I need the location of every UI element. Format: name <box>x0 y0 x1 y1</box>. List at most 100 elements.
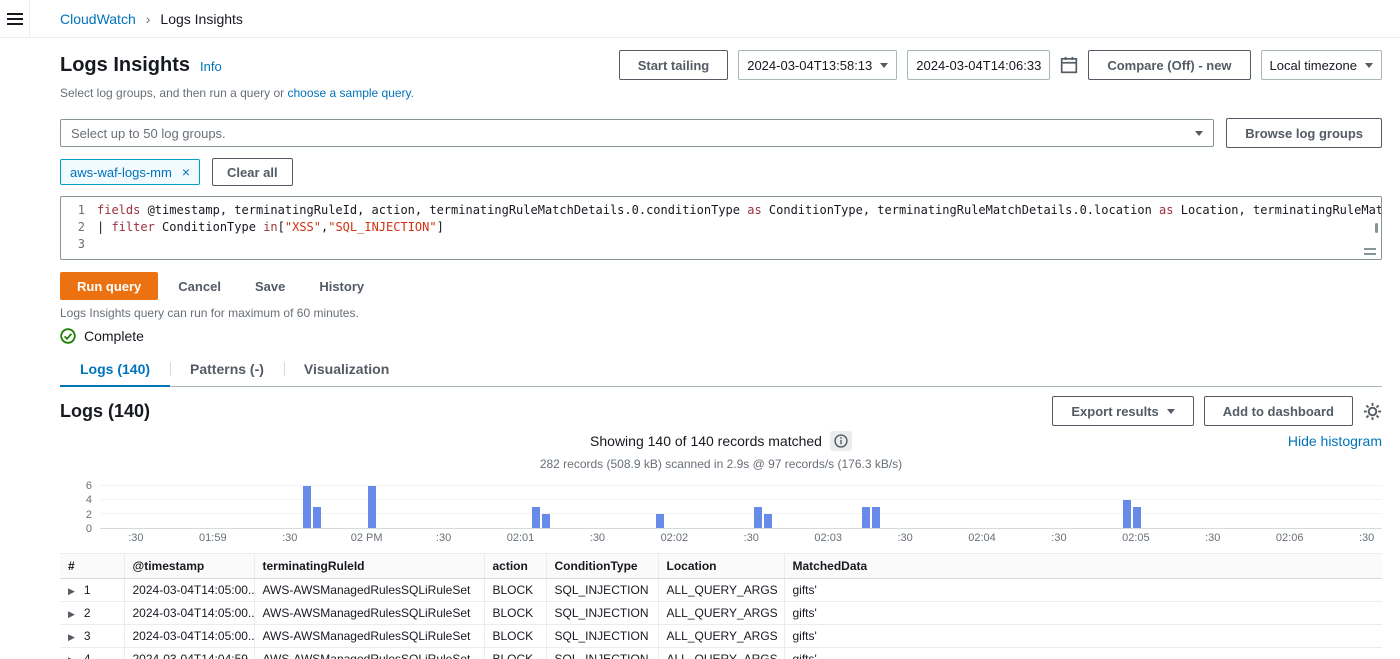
column-header-location[interactable]: Location <box>658 554 784 579</box>
y-tick-label: 6 <box>86 480 92 492</box>
cell-matched-data: gifts' <box>784 625 1382 648</box>
x-tick-label: 02 PM <box>351 532 383 544</box>
row-expander-icon[interactable]: ▶ <box>68 655 75 659</box>
histogram-bar[interactable] <box>862 507 870 528</box>
cell-terminating-rule-id: AWS-AWSManagedRulesSQLiRuleSet <box>254 579 484 602</box>
sample-query-link[interactable]: choose a sample query <box>287 86 410 100</box>
date-range-start-field[interactable]: 2024-03-04T13:58:13 <box>738 50 897 80</box>
clear-all-button[interactable]: Clear all <box>212 158 293 186</box>
export-results-button[interactable]: Export results <box>1052 396 1193 426</box>
column-header-[interactable]: # <box>60 554 124 579</box>
code-text: fields @timestamp, terminatingRuleId, ac… <box>97 202 1382 219</box>
table-row[interactable]: ▶22024-03-04T14:05:00...AWS-AWSManagedRu… <box>60 602 1382 625</box>
cell-action: BLOCK <box>484 625 546 648</box>
x-tick-label: 02:04 <box>968 532 996 544</box>
histogram-bar[interactable] <box>313 507 321 528</box>
column-header-conditiontype[interactable]: ConditionType <box>546 554 658 579</box>
timezone-select[interactable]: Local timezone <box>1261 50 1382 80</box>
row-expander-icon[interactable]: ▶ <box>68 586 75 597</box>
query-status: Complete <box>60 328 1382 344</box>
query-line[interactable]: 2| filter ConditionType in["XSS","SQL_IN… <box>61 219 1381 236</box>
cell-condition-type: SQL_INJECTION <box>546 579 658 602</box>
histogram-bar[interactable] <box>764 514 772 528</box>
editor-resize-handle-icon[interactable] <box>1364 248 1376 255</box>
histogram-bar[interactable] <box>542 514 550 528</box>
cell-matched-data: gifts' <box>784 602 1382 625</box>
gridline <box>100 513 1382 514</box>
code-text: | filter ConditionType in["XSS","SQL_INJ… <box>97 219 444 236</box>
page-header: Logs Insights Info Start tailing 2024-03… <box>60 48 1382 82</box>
query-line[interactable]: 3 <box>61 236 1381 253</box>
editor-scrollbar-thumb[interactable] <box>1375 223 1378 233</box>
results-tabs: Logs (140) Patterns (-) Visualization <box>60 352 1382 387</box>
line-number: 1 <box>61 202 97 219</box>
histogram-bar[interactable] <box>1133 507 1141 528</box>
histogram-x-axis: :3001:59:3002 PM:3002:01:3002:02:3002:03… <box>100 529 1382 545</box>
x-tick-label: 02:05 <box>1122 532 1150 544</box>
tab-visualization[interactable]: Visualization <box>284 352 409 386</box>
histogram-bar[interactable] <box>656 514 664 528</box>
records-matched-text: Showing 140 of 140 records matched <box>590 433 822 449</box>
browse-log-groups-button[interactable]: Browse log groups <box>1226 118 1382 148</box>
history-button[interactable]: History <box>305 272 378 300</box>
row-expander-icon[interactable]: ▶ <box>68 632 75 643</box>
table-row[interactable]: ▶12024-03-04T14:05:00...AWS-AWSManagedRu… <box>60 579 1382 602</box>
column-header-terminatingruleid[interactable]: terminatingRuleId <box>254 554 484 579</box>
chevron-down-icon <box>1167 409 1175 414</box>
cancel-button[interactable]: Cancel <box>164 272 235 300</box>
cell-action: BLOCK <box>484 579 546 602</box>
table-row[interactable]: ▶32024-03-04T14:05:00...AWS-AWSManagedRu… <box>60 625 1382 648</box>
settings-button[interactable] <box>1363 402 1382 421</box>
matched-info-button[interactable] <box>830 431 852 451</box>
cell-terminating-rule-id: AWS-AWSManagedRulesSQLiRuleSet <box>254 648 484 659</box>
compare-button[interactable]: Compare (Off) - new <box>1088 50 1250 80</box>
column-header-timestamp[interactable]: @timestamp <box>124 554 254 579</box>
histogram-bar[interactable] <box>872 507 880 528</box>
gridline <box>100 499 1382 500</box>
tab-patterns[interactable]: Patterns (-) <box>170 352 284 386</box>
column-header-matcheddata[interactable]: MatchedData <box>784 554 1382 579</box>
nav-menu-button[interactable] <box>0 0 30 38</box>
breadcrumb-logs-insights[interactable]: Logs Insights <box>160 11 243 27</box>
y-tick-label: 0 <box>86 523 92 535</box>
x-tick-label: :30 <box>897 532 912 544</box>
save-button[interactable]: Save <box>241 272 299 300</box>
tab-logs[interactable]: Logs (140) <box>60 352 170 386</box>
table-row[interactable]: ▶42024-03-04T14:04:59...AWS-AWSManagedRu… <box>60 648 1382 659</box>
column-header-action[interactable]: action <box>484 554 546 579</box>
query-editor[interactable]: 1fields @timestamp, terminatingRuleId, a… <box>60 196 1382 260</box>
row-expander-icon[interactable]: ▶ <box>68 609 75 620</box>
gear-icon <box>1363 402 1382 421</box>
histogram-bar[interactable] <box>303 486 311 528</box>
date-range-start-value: 2024-03-04T13:58:13 <box>747 58 872 73</box>
histogram-bar[interactable] <box>1123 500 1131 528</box>
histogram-bar[interactable] <box>532 507 540 528</box>
line-number: 3 <box>61 236 97 253</box>
histogram-bar[interactable] <box>368 486 376 528</box>
log-group-row: Select up to 50 log groups. Browse log g… <box>60 118 1382 148</box>
start-tailing-button[interactable]: Start tailing <box>619 50 729 80</box>
cell-terminating-rule-id: AWS-AWSManagedRulesSQLiRuleSet <box>254 602 484 625</box>
hide-histogram-link[interactable]: Hide histogram <box>1288 433 1382 449</box>
breadcrumb-cloudwatch[interactable]: CloudWatch <box>60 11 136 27</box>
log-group-select[interactable]: Select up to 50 log groups. <box>60 119 1214 147</box>
results-panel-title: Logs (140) <box>60 401 150 422</box>
cell-timestamp: 2024-03-04T14:05:00... <box>124 579 254 602</box>
query-line[interactable]: 1fields @timestamp, terminatingRuleId, a… <box>61 202 1381 219</box>
run-query-button[interactable]: Run query <box>60 272 158 300</box>
calendar-icon <box>1060 56 1078 74</box>
cell-condition-type: SQL_INJECTION <box>546 602 658 625</box>
info-link[interactable]: Info <box>200 59 222 74</box>
remove-token-icon[interactable]: × <box>182 165 190 179</box>
page-subtitle: Select log groups, and then run a query … <box>60 86 1382 104</box>
date-range-end-field[interactable]: 2024-03-04T14:06:33 <box>907 50 1050 80</box>
histogram-bar[interactable] <box>754 507 762 528</box>
cell-location: ALL_QUERY_ARGS <box>658 648 784 659</box>
row-number: 4 <box>84 652 91 659</box>
x-tick-label: :30 <box>1359 532 1374 544</box>
histogram-plot <box>100 479 1382 529</box>
calendar-button[interactable] <box>1060 56 1078 74</box>
cell-timestamp: 2024-03-04T14:05:00... <box>124 625 254 648</box>
add-to-dashboard-button[interactable]: Add to dashboard <box>1204 396 1353 426</box>
export-results-label: Export results <box>1071 404 1158 419</box>
